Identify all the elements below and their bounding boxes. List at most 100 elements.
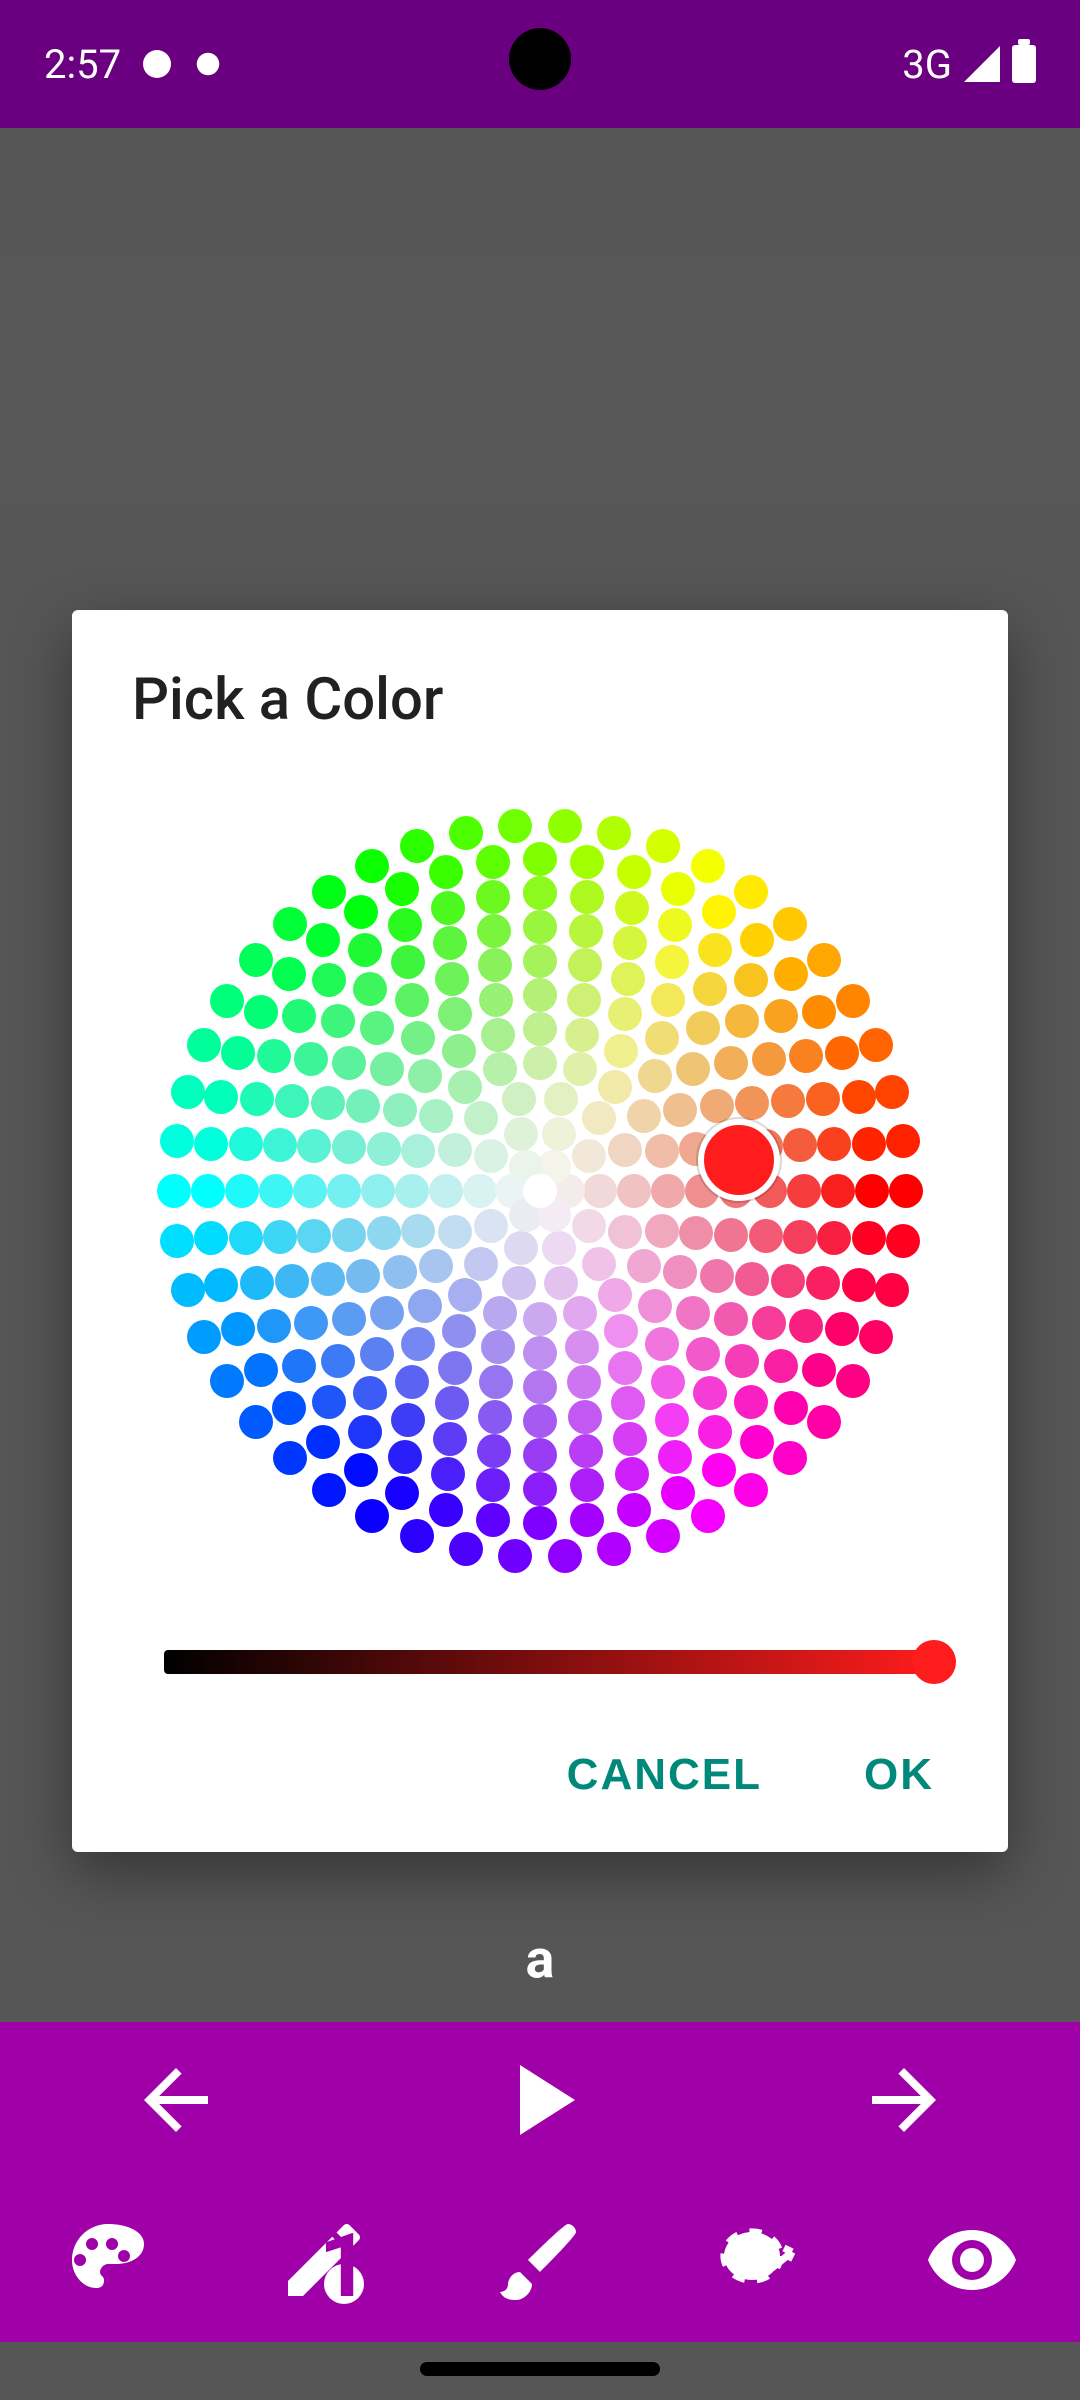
color-swatch[interactable] [210,1364,244,1398]
color-swatch[interactable] [311,1086,345,1120]
color-swatch[interactable] [523,1370,557,1404]
color-swatch[interactable] [433,1422,467,1456]
color-swatch[interactable] [651,1365,685,1399]
color-swatch[interactable] [239,1405,273,1439]
color-swatch[interactable] [210,984,244,1018]
color-swatch[interactable] [332,1218,366,1252]
color-swatch[interactable] [449,1532,483,1566]
color-swatch[interactable] [836,984,870,1018]
color-swatch[interactable] [332,1130,366,1164]
color-swatch[interactable] [676,1296,710,1330]
color-swatch[interactable] [523,910,557,944]
color-swatch[interactable] [483,1052,517,1086]
color-swatch[interactable] [700,1089,734,1123]
color-swatch[interactable] [360,1337,394,1371]
color-swatch[interactable] [523,1438,557,1472]
color-swatch[interactable] [661,872,695,906]
color-swatch[interactable] [240,1266,274,1300]
preview-tool[interactable] [924,2212,1020,2312]
color-swatch[interactable] [676,1052,710,1086]
color-wheel[interactable] [157,808,923,1574]
color-swatch[interactable] [714,1046,748,1080]
color-swatch[interactable] [734,963,768,997]
color-swatch[interactable] [582,1101,616,1135]
color-swatch[interactable] [263,1128,297,1162]
color-swatch[interactable] [663,1255,697,1289]
color-swatch[interactable] [442,1034,476,1068]
color-swatch[interactable] [645,1134,679,1168]
color-swatch[interactable] [638,1289,672,1323]
color-swatch[interactable] [617,1174,651,1208]
color-swatch[interactable] [477,1434,511,1468]
color-swatch[interactable] [361,1174,395,1208]
color-swatch[interactable] [523,1046,557,1080]
color-swatch[interactable] [344,1453,378,1487]
color-swatch[interactable] [548,1539,582,1573]
color-swatch[interactable] [187,1320,221,1354]
color-swatch[interactable] [464,1247,498,1281]
color-swatch[interactable] [655,945,689,979]
color-swatch[interactable] [789,1039,823,1073]
color-swatch[interactable] [787,1174,821,1208]
color-swatch[interactable] [773,1441,807,1475]
color-swatch[interactable] [448,1070,482,1104]
color-swatch[interactable] [332,1302,366,1336]
color-swatch[interactable] [615,891,649,925]
color-swatch[interactable] [875,1075,909,1109]
color-swatch[interactable] [568,948,602,982]
color-swatch[interactable] [504,1231,538,1265]
color-swatch[interactable] [651,1174,685,1208]
color-swatch[interactable] [645,1214,679,1248]
color-swatch[interactable] [764,1349,798,1383]
color-swatch[interactable] [388,1440,422,1474]
color-swatch[interactable] [613,1422,647,1456]
color-swatch[interactable] [383,1093,417,1127]
color-swatch[interactable] [548,809,582,843]
color-swatch[interactable] [658,908,692,942]
color-swatch[interactable] [523,1302,557,1336]
color-swatch[interactable] [479,983,513,1017]
color-swatch[interactable] [312,963,346,997]
color-swatch[interactable] [817,1127,851,1161]
color-swatch[interactable] [346,1089,380,1123]
color-swatch[interactable] [282,1349,316,1383]
color-swatch[interactable] [395,1365,429,1399]
color-swatch[interactable] [817,1221,851,1255]
color-swatch[interactable] [395,983,429,1017]
color-swatch[interactable] [383,1255,417,1289]
color-swatch[interactable] [875,1273,909,1307]
color-swatch[interactable] [275,1084,309,1118]
color-swatch[interactable] [806,1266,840,1300]
color-swatch[interactable] [449,816,483,850]
color-swatch[interactable] [294,1042,328,1076]
color-swatch[interactable] [523,1336,557,1370]
color-swatch[interactable] [419,1099,453,1133]
brush-tool[interactable] [492,2212,588,2312]
color-swatch[interactable] [483,1296,517,1330]
color-swatch[interactable] [194,1127,228,1161]
color-swatch[interactable] [408,1289,442,1323]
play-button[interactable] [480,2040,600,2164]
color-swatch[interactable] [221,1312,255,1346]
previous-button[interactable] [128,2052,224,2152]
color-swatch[interactable] [474,1209,508,1243]
color-swatch[interactable] [627,1249,661,1283]
color-swatch[interactable] [734,875,768,909]
color-swatch[interactable] [725,1004,759,1038]
color-swatch[interactable] [608,1215,642,1249]
color-selection-indicator[interactable] [698,1119,780,1201]
color-swatch[interactable] [360,1011,394,1045]
color-swatch[interactable] [523,1506,557,1540]
pencil-tool[interactable]: 1 [276,2212,372,2312]
color-swatch[interactable] [570,1468,604,1502]
color-swatch[interactable] [433,926,467,960]
color-swatch[interactable] [476,1503,510,1537]
color-swatch[interactable] [355,849,389,883]
color-swatch[interactable] [686,1337,720,1371]
color-swatch[interactable] [312,875,346,909]
color-swatch[interactable] [859,1028,893,1062]
ok-button[interactable]: OK [840,1738,958,1812]
color-swatch[interactable] [481,1330,515,1364]
color-swatch[interactable] [691,1499,725,1533]
color-swatch[interactable] [583,1174,617,1208]
